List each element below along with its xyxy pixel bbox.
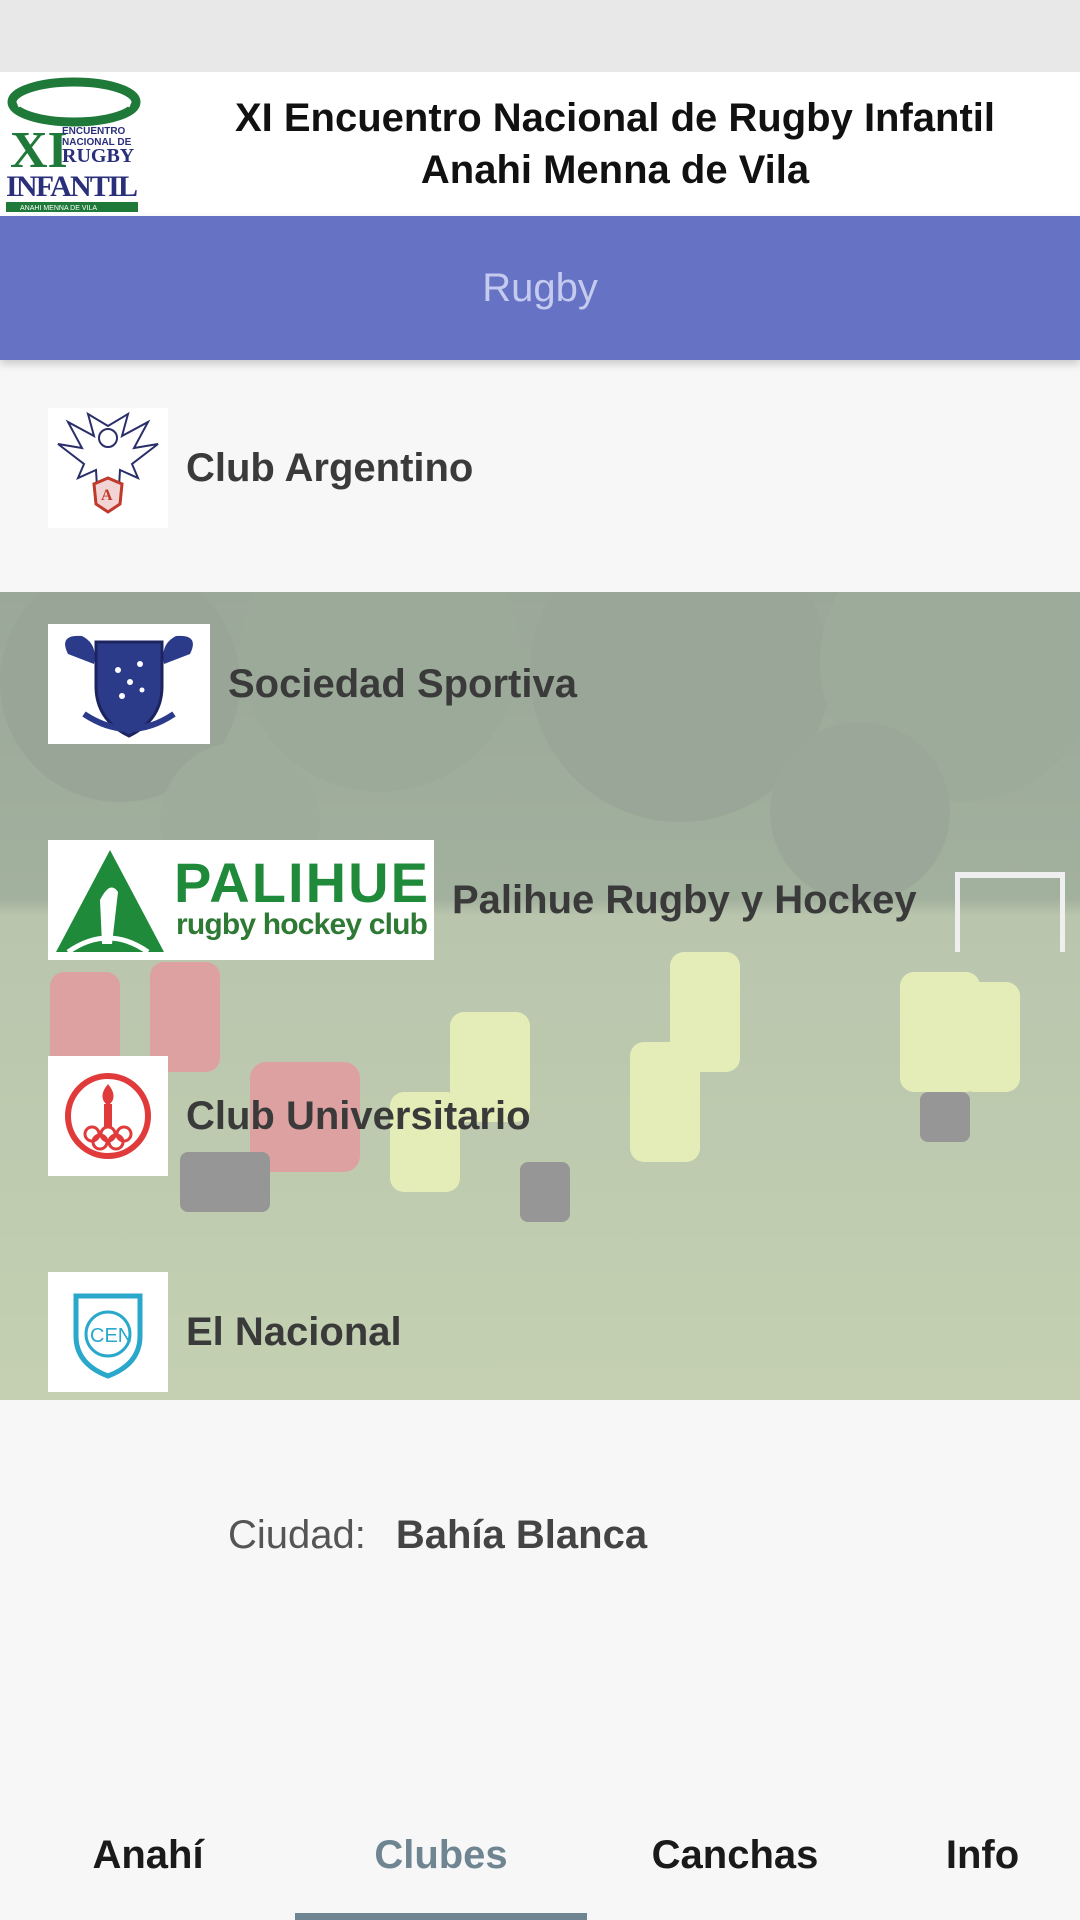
- city-info: Ciudad: Bahía Blanca: [228, 1505, 647, 1565]
- tab-label: Info: [945, 1832, 1020, 1877]
- logo-word: INFANTIL: [6, 170, 138, 203]
- app-title: XI Encuentro Nacional de Rugby Infantil …: [150, 72, 1080, 216]
- cen-logo-text: CEN: [90, 1325, 132, 1347]
- torch-rings-icon: [48, 1056, 168, 1176]
- logo-footer: ANAHI MENNA DE VILA: [20, 205, 97, 212]
- logo-line-a: ENCUENTRO: [62, 126, 126, 137]
- category-label: Rugby: [482, 265, 598, 310]
- tab-anahi[interactable]: Anahí: [30, 1790, 266, 1920]
- logo-line-c: RUGBY: [62, 145, 135, 167]
- tab-label: Anahí: [92, 1832, 204, 1877]
- club-name: Sociedad Sportiva: [228, 661, 577, 706]
- app-title-line2: Anahi Menna de Vila: [420, 148, 810, 192]
- tab-label: Clubes: [374, 1832, 508, 1877]
- status-bar: [0, 0, 1080, 72]
- app-title-line1: XI Encuentro Nacional de Rugby Infantil: [234, 96, 996, 140]
- club-name: Club Argentino: [186, 445, 474, 490]
- category-bar[interactable]: Rugby: [0, 216, 1080, 360]
- shield-crest-icon: [48, 624, 210, 744]
- cen-shield-icon: CEN: [48, 1272, 168, 1392]
- app-header: XI ENCUENTRO NACIONAL DE RUGBY INFANTIL …: [0, 72, 1080, 216]
- palihue-logo-subtext: rugby hockey club: [176, 908, 428, 941]
- club-item-universitario[interactable]: Club Universitario: [48, 1056, 531, 1176]
- club-item-palihue[interactable]: PALIHUE rugby hockey club Palihue Rugby …: [48, 840, 917, 960]
- club-item-el-nacional[interactable]: CEN El Nacional: [48, 1272, 402, 1392]
- club-item-sociedad-sportiva[interactable]: Sociedad Sportiva: [48, 624, 577, 744]
- bottom-tab-bar: Anahí Clubes Canchas Info: [0, 1790, 1080, 1920]
- palihue-logo-text: PALIHUE: [174, 851, 428, 914]
- club-list-photo-section: Sociedad Sportiva PALIHUE rugby hockey c…: [0, 592, 1080, 1400]
- city-label: Ciudad:: [228, 1512, 366, 1557]
- club-list-top: A Club Argentino: [0, 360, 1080, 592]
- club-name: El Nacional: [186, 1309, 402, 1354]
- eagle-crest-icon: A: [48, 408, 168, 528]
- club-name: Club Universitario: [186, 1093, 531, 1138]
- city-value: Bahía Blanca: [395, 1512, 648, 1557]
- club-name: Palihue Rugby y Hockey: [452, 877, 917, 922]
- palihue-logo: PALIHUE rugby hockey club: [48, 840, 434, 960]
- tab-clubes[interactable]: Clubes: [295, 1790, 587, 1920]
- club-item-argentino[interactable]: A Club Argentino: [48, 408, 473, 528]
- tab-label: Canchas: [651, 1832, 819, 1877]
- tab-info[interactable]: Info: [900, 1790, 1065, 1920]
- active-tab-indicator: [295, 1913, 587, 1920]
- tab-canchas[interactable]: Canchas: [615, 1790, 855, 1920]
- svg-text:A: A: [101, 487, 113, 504]
- event-logo: XI ENCUENTRO NACIONAL DE RUGBY INFANTIL …: [0, 72, 144, 216]
